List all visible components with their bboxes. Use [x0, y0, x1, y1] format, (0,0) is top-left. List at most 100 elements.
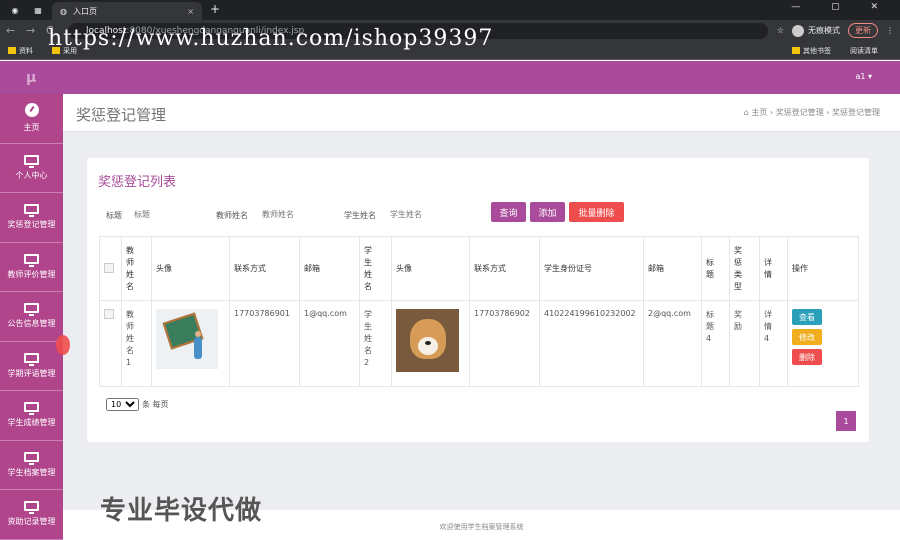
- promo-watermark: 专业毕设代做: [100, 496, 263, 526]
- detail-cell: 详情4: [759, 300, 788, 387]
- student-label: 学生姓名: [344, 211, 376, 220]
- card-title: 奖惩登记列表: [98, 175, 177, 190]
- page-size-control: 10 条 每页: [106, 398, 169, 411]
- window-controls[interactable]: — ▢ ✕: [791, 2, 892, 12]
- batch-delete-button[interactable]: 批量删除: [569, 202, 624, 222]
- monitor-icon: [24, 154, 39, 168]
- monitor-icon: [24, 253, 39, 267]
- reading-list[interactable]: 阅读清单: [850, 46, 878, 56]
- col-title[interactable]: 标题: [701, 236, 730, 301]
- monitor-icon: [24, 204, 39, 218]
- teacher-label: 教师姓名: [216, 211, 248, 220]
- student-avatar-cell: [391, 300, 470, 387]
- incognito-indicator[interactable]: 无痕模式: [792, 24, 840, 37]
- app-topbar: μ a1 ▾: [0, 61, 900, 94]
- monitor-icon: [24, 451, 39, 465]
- sidebar-item-term-comments[interactable]: 学期评语管理: [0, 342, 63, 391]
- table-header-row: 教师姓名 头像 联系方式 邮箱 学生姓名 头像 联系方式 学生身份证号 邮箱 标…: [99, 236, 859, 301]
- star-icon[interactable]: ☆: [777, 26, 784, 35]
- col-student-avatar[interactable]: 头像: [391, 236, 470, 301]
- bookmark-folder-1[interactable]: 资料: [8, 46, 33, 56]
- col-teacher-name[interactable]: 教师姓名: [121, 236, 152, 301]
- page-title: 奖惩登记管理: [76, 106, 167, 124]
- pagination-page-1[interactable]: 1: [836, 411, 856, 431]
- cursor-highlight: [56, 335, 70, 355]
- row-select-cell: [99, 300, 122, 387]
- teacher-avatar-image: [156, 309, 218, 369]
- student-phone-cell: 17703786902: [469, 300, 540, 387]
- close-tab-icon[interactable]: ×: [187, 7, 194, 16]
- page-size-select[interactable]: 10: [106, 398, 139, 411]
- browser-tab-active[interactable]: ◍ 入口页 ×: [52, 2, 202, 20]
- col-student-id[interactable]: 学生身份证号: [539, 236, 644, 301]
- col-student-phone[interactable]: 联系方式: [469, 236, 540, 301]
- student-id-cell: 410224199610232002: [539, 300, 644, 387]
- other-bookmarks[interactable]: 其他书签: [792, 46, 831, 56]
- sidebar-item-label: 个人中心: [15, 170, 48, 180]
- sidebar: 主页 个人中心 奖惩登记管理 教师评价管理 公告信息管理 学期评语管理 学生成绩…: [0, 94, 63, 540]
- sidebar-item-announcements[interactable]: 公告信息管理: [0, 292, 63, 342]
- col-student-name[interactable]: 学生姓名: [359, 236, 392, 301]
- teacher-phone-cell: 17703786901: [229, 300, 300, 387]
- col-teacher-phone[interactable]: 联系方式: [229, 236, 300, 301]
- teacher-name-cell: 教师姓名1: [121, 300, 152, 387]
- col-actions: 操作: [787, 236, 859, 301]
- sidebar-item-aid-records[interactable]: 资助记录管理: [0, 490, 63, 540]
- sheet-tab-icon[interactable]: ▦: [30, 0, 46, 20]
- row-checkbox[interactable]: [104, 309, 114, 319]
- incognito-label: 无痕模式: [808, 26, 840, 35]
- user-menu[interactable]: a1 ▾: [855, 72, 872, 81]
- sidebar-item-student-records[interactable]: 学生档案管理: [0, 441, 63, 490]
- main-content: 奖惩登记管理 ⌂ 主页 › 奖惩登记管理 › 奖惩登记管理 奖惩登记列表 标题 …: [63, 94, 900, 540]
- breadcrumb[interactable]: ⌂ 主页 › 奖惩登记管理 › 奖惩登记管理: [744, 107, 880, 118]
- github-tab-icon[interactable]: ◉: [4, 0, 26, 20]
- title-search-input[interactable]: [134, 207, 204, 221]
- sidebar-item-label: 学期评语管理: [7, 368, 56, 378]
- per-page-label: 条 每页: [142, 400, 169, 409]
- select-all-checkbox[interactable]: [104, 262, 114, 273]
- monitor-icon: [24, 402, 39, 416]
- col-teacher-avatar[interactable]: 头像: [151, 236, 230, 301]
- sidebar-item-reward-punishment[interactable]: 奖惩登记管理: [0, 193, 63, 243]
- sidebar-item-label: 学生成绩管理: [7, 418, 56, 428]
- title-cell: 标题4: [701, 300, 730, 387]
- new-tab-button[interactable]: +: [210, 2, 220, 16]
- back-icon[interactable]: ←: [6, 24, 15, 37]
- forward-icon[interactable]: →: [26, 24, 35, 37]
- student-name-cell: 学生姓名2: [359, 300, 392, 387]
- sidebar-item-personal-center[interactable]: 个人中心: [0, 144, 63, 193]
- page-header: 奖惩登记管理 ⌂ 主页 › 奖惩登记管理 › 奖惩登记管理: [63, 94, 900, 132]
- select-all-cell: [99, 236, 122, 301]
- globe-icon: ◍: [60, 6, 67, 16]
- edit-button[interactable]: 修改: [792, 329, 822, 345]
- update-button[interactable]: 更新: [848, 23, 878, 38]
- col-type[interactable]: 奖惩类型: [729, 236, 760, 301]
- search-form: 标题 教师姓名 学生姓名 查询 添加 批量删除: [106, 202, 826, 224]
- teacher-email-cell: 1@qq.com: [299, 300, 360, 387]
- url-watermark: https://www.huzhan.com/ishop39397: [48, 26, 494, 51]
- tab-title: 入口页: [72, 6, 97, 16]
- sidebar-item-home[interactable]: 主页: [0, 94, 63, 144]
- sidebar-item-label: 教师评价管理: [7, 269, 56, 279]
- col-teacher-email[interactable]: 邮箱: [299, 236, 360, 301]
- student-avatar-image: [396, 309, 459, 372]
- sidebar-item-student-grades[interactable]: 学生成绩管理: [0, 391, 63, 441]
- teacher-search-input[interactable]: [262, 207, 332, 221]
- view-button[interactable]: 查看: [792, 309, 822, 325]
- col-student-email[interactable]: 邮箱: [643, 236, 702, 301]
- menu-kebab-icon[interactable]: ⋮: [886, 26, 894, 35]
- browser-tab-bar: ◉ ▦ ◍ 入口页 × + — ▢ ✕: [0, 0, 900, 20]
- sidebar-item-teacher-evaluation[interactable]: 教师评价管理: [0, 243, 63, 292]
- data-table: 教师姓名 头像 联系方式 邮箱 学生姓名 头像 联系方式 学生身份证号 邮箱 标…: [99, 236, 859, 387]
- monitor-icon: [24, 303, 39, 317]
- add-button[interactable]: 添加: [530, 202, 565, 222]
- incognito-icon: [792, 24, 804, 37]
- sidebar-item-label: 奖惩登记管理: [7, 220, 56, 230]
- col-detail[interactable]: 详情: [759, 236, 788, 301]
- query-button[interactable]: 查询: [491, 202, 526, 222]
- student-search-input[interactable]: [390, 207, 460, 221]
- dashboard-icon: [24, 103, 39, 118]
- list-card: 奖惩登记列表 标题 教师姓名 学生姓名 查询 添加 批量删除 教师姓名 头像 联…: [87, 158, 869, 442]
- delete-button[interactable]: 删除: [792, 349, 822, 365]
- sidebar-item-label: 主页: [23, 123, 40, 133]
